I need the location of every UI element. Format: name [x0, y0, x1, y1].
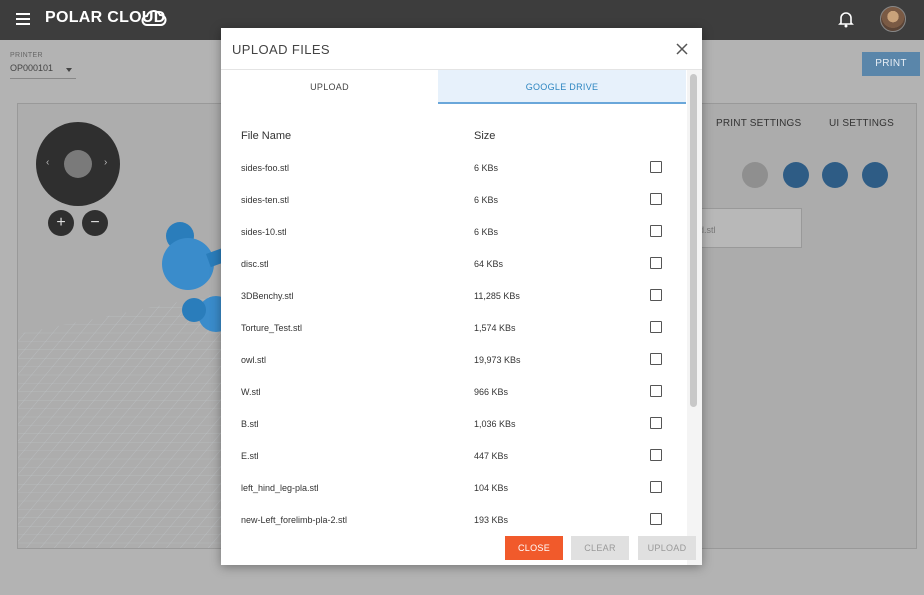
- upload-files-dialog: UPLOAD FILES UPLOAD GOOGLE DRIVE File Na…: [221, 28, 702, 565]
- file-size: 1,036 KBs: [474, 419, 516, 429]
- file-name: new-Left_forelimb-pla-2.stl: [241, 515, 348, 525]
- file-row[interactable]: disc.stl 64 KBs: [221, 257, 681, 289]
- file-row[interactable]: sides-10.stl 6 KBs: [221, 225, 681, 257]
- close-icon[interactable]: [676, 43, 688, 55]
- pan-left-icon[interactable]: ‹: [46, 157, 49, 168]
- print-button[interactable]: PRINT: [862, 52, 920, 76]
- home-view-icon[interactable]: [64, 150, 92, 178]
- file-name: W.stl: [241, 387, 261, 397]
- file-row[interactable]: owl.stl 19,973 KBs: [221, 353, 681, 385]
- file-select-checkbox[interactable]: [650, 321, 662, 333]
- clear-button[interactable]: CLEAR: [571, 536, 629, 560]
- file-name: owl.stl: [241, 355, 267, 365]
- source-tabs: UPLOAD GOOGLE DRIVE: [221, 70, 686, 104]
- scrollbar-thumb[interactable]: [690, 74, 697, 407]
- file-select-checkbox[interactable]: [650, 481, 662, 493]
- user-avatar[interactable]: [880, 6, 906, 32]
- file-row[interactable]: B.stl 1,036 KBs: [221, 417, 681, 449]
- file-select-checkbox[interactable]: [650, 449, 662, 461]
- tab-google-drive[interactable]: GOOGLE DRIVE: [438, 70, 686, 104]
- printer-select[interactable]: OP000101: [10, 63, 76, 79]
- file-row[interactable]: E.stl 447 KBs: [221, 449, 681, 481]
- column-header-name: File Name: [241, 130, 292, 142]
- printer-select-value: OP000101: [10, 63, 54, 73]
- file-select-checkbox[interactable]: [650, 417, 662, 429]
- file-row[interactable]: Torture_Test.stl 1,574 KBs: [221, 321, 681, 353]
- file-select-checkbox[interactable]: [650, 353, 662, 365]
- delete-button[interactable]: [742, 162, 768, 188]
- file-size: 11,285 KBs: [474, 291, 520, 301]
- column-header-size: Size: [474, 130, 496, 142]
- file-size: 64 KBs: [474, 259, 504, 269]
- file-name: disc.stl: [241, 259, 269, 269]
- file-row[interactable]: sides-foo.stl 6 KBs: [221, 161, 681, 193]
- tab-print-settings[interactable]: PRINT SETTINGS: [716, 118, 801, 129]
- upload-button[interactable]: UPLOAD: [638, 536, 696, 560]
- cloud-icon: [141, 10, 167, 26]
- dialog-header: UPLOAD FILES: [221, 28, 702, 70]
- file-size: 6 KBs: [474, 195, 499, 205]
- pan-right-icon[interactable]: ›: [104, 157, 107, 168]
- file-name: sides-foo.stl: [241, 163, 290, 173]
- file-size: 193 KBs: [474, 515, 509, 525]
- file-name: B.stl: [241, 419, 259, 429]
- file-size: 6 KBs: [474, 227, 499, 237]
- file-select-checkbox[interactable]: [650, 225, 662, 237]
- file-select-checkbox[interactable]: [650, 289, 662, 301]
- dialog-title: UPLOAD FILES: [232, 42, 330, 57]
- zoom-in-button[interactable]: +: [48, 210, 74, 236]
- file-size: 104 KBs: [474, 483, 509, 493]
- file-select-checkbox[interactable]: [650, 257, 662, 269]
- file-size: 966 KBs: [474, 387, 509, 397]
- notifications-icon[interactable]: [838, 10, 854, 28]
- file-size: 19,973 KBs: [474, 355, 521, 365]
- file-size: 1,574 KBs: [474, 323, 516, 333]
- close-button[interactable]: CLOSE: [505, 536, 563, 560]
- file-row[interactable]: left_hind_leg-pla.stl 104 KBs: [221, 481, 681, 513]
- printer-label: PRINTER: [10, 52, 43, 59]
- file-select-checkbox[interactable]: [650, 513, 662, 525]
- file-size: 6 KBs: [474, 163, 499, 173]
- dropdown-caret-icon: [66, 68, 72, 72]
- file-select-checkbox[interactable]: [650, 193, 662, 205]
- cloud-download-button[interactable]: [822, 162, 848, 188]
- tab-upload[interactable]: UPLOAD: [221, 70, 438, 104]
- file-select-checkbox[interactable]: [650, 161, 662, 173]
- scrollbar[interactable]: [687, 70, 702, 565]
- file-row[interactable]: sides-ten.stl 6 KBs: [221, 193, 681, 225]
- cloud-upload-button[interactable]: [783, 162, 809, 188]
- menu-icon[interactable]: [16, 13, 30, 25]
- file-select-checkbox[interactable]: [650, 385, 662, 397]
- tab-ui-settings[interactable]: UI SETTINGS: [829, 118, 894, 129]
- file-name: sides-ten.stl: [241, 195, 290, 205]
- file-row[interactable]: W.stl 966 KBs: [221, 385, 681, 417]
- file-name: 3DBenchy.stl: [241, 291, 294, 301]
- add-library-button[interactable]: [862, 162, 888, 188]
- file-name: Torture_Test.stl: [241, 323, 303, 333]
- file-name: sides-10.stl: [241, 227, 287, 237]
- file-size: 447 KBs: [474, 451, 509, 461]
- navigation-dial[interactable]: ‹ ›: [36, 122, 120, 206]
- zoom-out-button[interactable]: −: [82, 210, 108, 236]
- file-row[interactable]: 3DBenchy.stl 11,285 KBs: [221, 289, 681, 321]
- file-name: left_hind_leg-pla.stl: [241, 483, 319, 493]
- file-name: E.stl: [241, 451, 259, 461]
